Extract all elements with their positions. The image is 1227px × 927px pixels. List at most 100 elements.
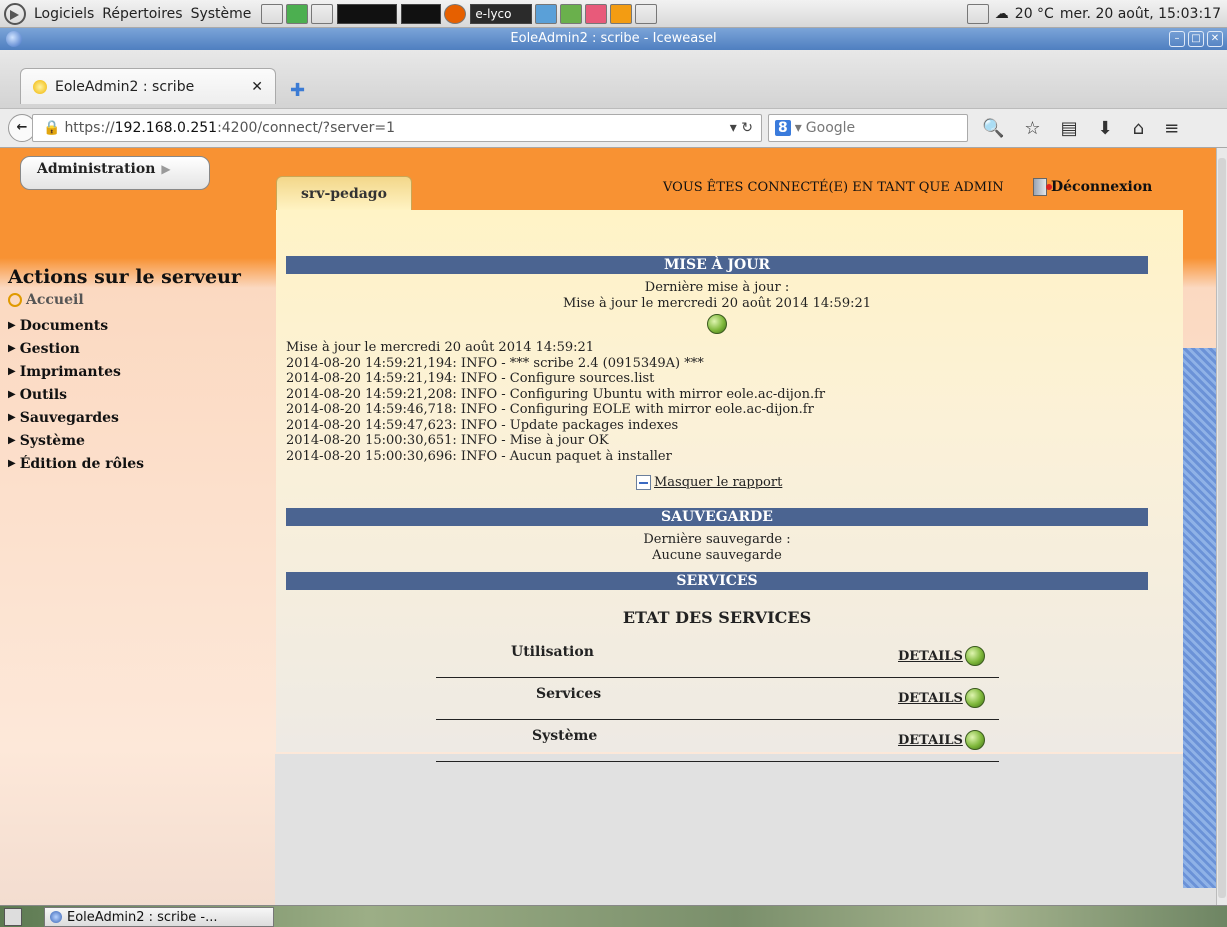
reload-icon[interactable]: ▾ ↻: [730, 120, 753, 136]
search-icon[interactable]: 🔍: [982, 118, 1004, 139]
url-bar[interactable]: 🔒 https://192.168.0.251:4200/connect/?se…: [32, 114, 762, 142]
logout-label: Déconnexion: [1051, 179, 1153, 195]
details-link[interactable]: DETAILS: [898, 646, 985, 666]
tab-eoleadmin[interactable]: EoleAdmin2 : scribe ✕: [20, 68, 276, 104]
sidebar-item-gestion[interactable]: ▶ Gestion: [8, 337, 274, 360]
bookmark-star-icon[interactable]: ☆: [1024, 118, 1040, 139]
details-link[interactable]: DETAILS: [898, 688, 985, 708]
download-icon[interactable]: ⬇: [1098, 118, 1113, 139]
close-window-button[interactable]: ✕: [1207, 31, 1223, 47]
menu-places[interactable]: Répertoires: [102, 6, 182, 22]
service-name: Services: [536, 686, 602, 702]
triangle-right-icon: ▶: [8, 435, 16, 446]
log-line: 2014-08-20 14:59:21,208: INFO - Configur…: [286, 386, 826, 402]
triangle-right-icon: ▶: [8, 343, 16, 354]
sidebar-home-label: Accueil: [26, 292, 84, 308]
sidebar-title: Actions sur le serveur: [8, 266, 241, 288]
volume-icon[interactable]: [261, 3, 284, 24]
update-last-value: Mise à jour le mercredi 20 août 2014 14:…: [562, 296, 872, 311]
logout-link[interactable]: Déconnexion: [1033, 178, 1152, 196]
sidebar-item-outils[interactable]: ▶ Outils: [8, 383, 274, 406]
tab-label: EoleAdmin2 : scribe: [55, 78, 195, 95]
vlc-icon[interactable]: [610, 3, 633, 24]
administration-button[interactable]: Administration ▶: [20, 156, 210, 190]
logout-icon: [1033, 178, 1052, 196]
page-scrollbar[interactable]: [1216, 148, 1227, 905]
details-link[interactable]: DETAILS: [898, 730, 985, 750]
status-ok-icon: [964, 730, 985, 750]
sidebar-item-sauvegardes[interactable]: ▶ Sauvegardes: [8, 406, 274, 429]
update-last-label: Dernière mise à jour :: [644, 280, 790, 295]
details-label: DETAILS: [898, 648, 963, 664]
sidebar-item-documents[interactable]: ▶ Documents: [8, 314, 274, 337]
hide-report-label: Masquer le rapport: [654, 475, 783, 490]
hide-report-link[interactable]: Masquer le rapport: [636, 475, 782, 490]
page: Administration ▶ Actions sur le serveur A…: [0, 148, 1216, 905]
log-line: 2014-08-20 15:00:30,651: INFO - Mise à j…: [286, 433, 609, 448]
window-title: EoleAdmin2 : scribe - Iceweasel: [510, 31, 717, 46]
tab-favicon-icon: [33, 79, 47, 94]
services-table: Utilisation DETAILS Services DETAILS Sys…: [436, 636, 999, 762]
launcher-icon[interactable]: [286, 3, 309, 24]
decorative-stripes: [1183, 348, 1216, 888]
task-elyco[interactable]: e-lyco: [470, 3, 533, 24]
top-panel: Logiciels Répertoires Système e-lyco ☁ 2…: [0, 0, 1227, 28]
firefox-icon[interactable]: [444, 3, 467, 24]
search-bar[interactable]: 8 ▾ Google: [768, 114, 968, 142]
google-icon[interactable]: 8: [775, 120, 791, 136]
update-status-wrap: [286, 314, 1148, 334]
triangle-right-icon: ▶: [8, 458, 16, 469]
weather-temp: 20 °C: [1014, 5, 1054, 22]
service-name: Utilisation: [511, 644, 594, 660]
sidebar-item-label: Système: [19, 432, 85, 449]
log-line: 2014-08-20 14:59:47,623: INFO - Update p…: [286, 417, 679, 433]
nav-bar: ← 🔒 https://192.168.0.251:4200/connect/?…: [0, 108, 1227, 148]
weather-icon: ☁: [994, 5, 1009, 22]
clipboard-icon[interactable]: [966, 3, 989, 24]
home-icon[interactable]: ⌂: [1133, 118, 1144, 139]
menu-logo-icon[interactable]: [4, 2, 26, 25]
sidebar-item-imprimantes[interactable]: ▶ Imprimantes: [8, 360, 274, 383]
reader-icon[interactable]: ▤: [1061, 118, 1078, 139]
minimize-button[interactable]: –: [1169, 31, 1185, 47]
details-label: DETAILS: [898, 690, 963, 706]
graph-monitor: [337, 3, 398, 24]
service-name: Système: [532, 728, 598, 744]
sheet-icon[interactable]: [560, 3, 583, 24]
server-tab[interactable]: srv-pedago: [276, 176, 412, 210]
menu-system[interactable]: Système: [191, 6, 252, 22]
backup-header: SAUVEGARDE: [286, 508, 1148, 526]
log-line: 2014-08-20 14:59:21,194: INFO - Configur…: [286, 371, 655, 386]
play-arrow-icon: ▶: [161, 162, 171, 176]
services-header: SERVICES: [286, 572, 1148, 590]
iceweasel-icon[interactable]: [6, 31, 22, 47]
table-row: Système DETAILS: [436, 720, 999, 762]
draw-icon[interactable]: [585, 3, 608, 24]
bottom-taskbar: EoleAdmin2 : scribe -...: [0, 905, 1227, 927]
sidebar-item-label: Gestion: [19, 340, 80, 357]
close-tab-icon[interactable]: ✕: [251, 79, 263, 95]
menu-icon[interactable]: ≡: [1164, 118, 1179, 139]
search-engine-chevron-icon[interactable]: ▾: [795, 120, 802, 136]
menu-applications[interactable]: Logiciels: [34, 6, 94, 22]
sidebar-item-label: Outils: [19, 386, 68, 403]
sidebar-item-systeme[interactable]: ▶ Système: [8, 429, 274, 452]
backup-last-label: Dernière sauvegarde :: [643, 532, 791, 547]
triangle-right-icon: ▶: [8, 389, 16, 400]
scrollbar-thumb[interactable]: [1218, 158, 1226, 898]
taskbar-window-button[interactable]: EoleAdmin2 : scribe -...: [44, 907, 274, 927]
maximize-button[interactable]: □: [1188, 31, 1204, 47]
clock[interactable]: mer. 20 août, 15:03:17: [1060, 6, 1221, 22]
log-line: 2014-08-20 15:00:30,696: INFO - Aucun pa…: [286, 448, 672, 464]
sidebar-item-edition-roles[interactable]: ▶ Édition de rôles: [8, 452, 274, 475]
new-tab-icon[interactable]: ✚: [290, 80, 305, 101]
url-rest: :4200/connect/?server=1: [217, 120, 396, 136]
cpu-monitor: [401, 3, 442, 24]
network-icon[interactable]: [635, 3, 658, 24]
files-icon[interactable]: [535, 3, 558, 24]
terminal-icon[interactable]: [311, 3, 334, 24]
show-desktop-icon[interactable]: [4, 908, 22, 926]
sidebar-item-label: Documents: [19, 317, 109, 334]
sidebar-item-home[interactable]: Accueil: [8, 292, 274, 308]
sidebar: Actions sur le serveur Accueil ▶ Document…: [8, 266, 274, 475]
